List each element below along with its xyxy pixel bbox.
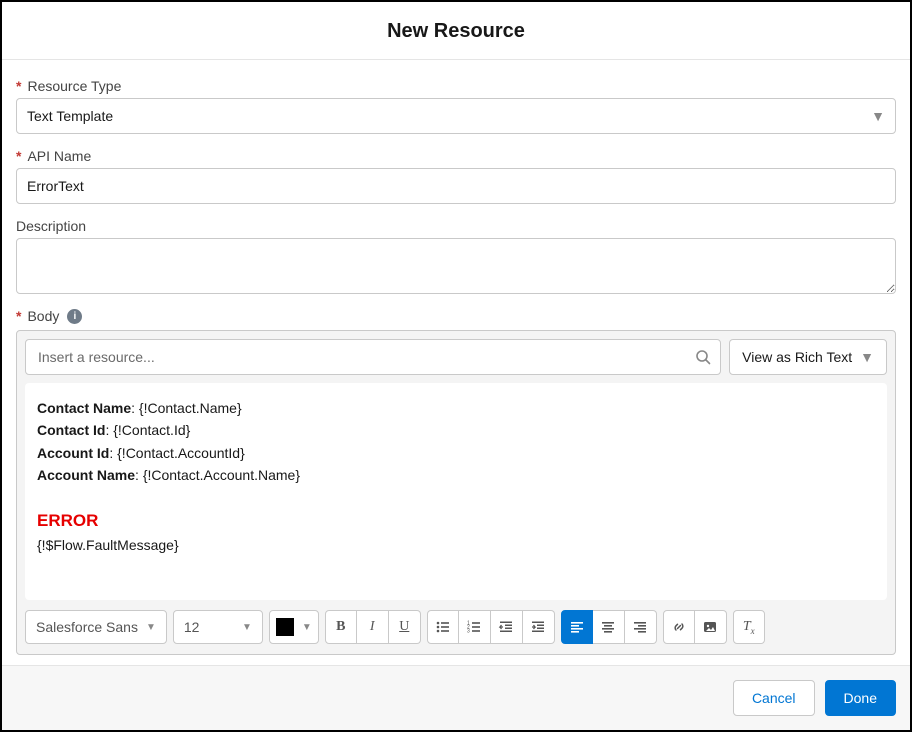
image-button[interactable] xyxy=(695,610,727,644)
align-center-button[interactable] xyxy=(593,610,625,644)
link-button[interactable] xyxy=(663,610,695,644)
insert-resource-input[interactable] xyxy=(25,339,721,375)
indent-icon xyxy=(530,619,546,635)
outdent-icon xyxy=(498,619,514,635)
description-textarea[interactable] xyxy=(16,238,896,294)
bold-icon: B xyxy=(336,619,345,635)
required-marker: * xyxy=(16,148,21,164)
italic-icon: I xyxy=(370,619,375,635)
resource-type-label: Resource Type xyxy=(27,78,121,94)
align-left-icon xyxy=(569,619,585,635)
chevron-down-icon: ▼ xyxy=(146,622,156,633)
body-top-bar: View as Rich Text ▼ xyxy=(17,331,895,383)
body-label: Body xyxy=(27,308,59,324)
list-indent-group: 123 xyxy=(427,610,555,644)
modal-header: New Resource xyxy=(2,2,910,60)
chevron-down-icon: ▼ xyxy=(871,108,885,124)
modal-title: New Resource xyxy=(2,20,910,43)
required-marker: * xyxy=(16,78,21,94)
modal-body: * Resource Type Text Template ▼ * API Na… xyxy=(2,60,910,665)
align-center-icon xyxy=(600,619,616,635)
api-name-input[interactable] xyxy=(16,168,896,204)
svg-text:3: 3 xyxy=(467,629,470,635)
editor-toolbar: Salesforce Sans ▼ 12 ▼ ▼ B I U xyxy=(17,600,895,654)
bold-button[interactable]: B xyxy=(325,610,357,644)
modal-footer: Cancel Done xyxy=(2,665,910,730)
bulleted-list-button[interactable] xyxy=(427,610,459,644)
chevron-down-icon: ▼ xyxy=(302,622,312,633)
rich-text-editor[interactable]: Contact Name: {!Contact.Name} Contact Id… xyxy=(25,383,887,600)
description-field: Description xyxy=(16,218,896,294)
text-color-picker[interactable]: ▼ xyxy=(269,610,319,644)
text-style-group: B I U xyxy=(325,610,421,644)
description-label: Description xyxy=(16,218,86,234)
image-icon xyxy=(702,619,718,635)
align-right-button[interactable] xyxy=(625,610,657,644)
numbered-list-button[interactable]: 123 xyxy=(459,610,491,644)
search-icon xyxy=(695,349,711,365)
new-resource-modal: New Resource * Resource Type Text Templa… xyxy=(0,0,912,732)
color-swatch xyxy=(276,618,294,636)
alignment-group xyxy=(561,610,657,644)
chevron-down-icon: ▼ xyxy=(242,622,252,633)
api-name-field: * API Name xyxy=(16,148,896,204)
align-left-button[interactable] xyxy=(561,610,593,644)
bulleted-list-icon xyxy=(435,619,451,635)
resource-search-wrap xyxy=(25,339,721,375)
body-editor-container: View as Rich Text ▼ Contact Name: {!Cont… xyxy=(16,330,896,655)
italic-button[interactable]: I xyxy=(357,610,389,644)
font-family-select[interactable]: Salesforce Sans ▼ xyxy=(25,610,167,644)
indent-button[interactable] xyxy=(523,610,555,644)
resource-type-select[interactable]: Text Template ▼ xyxy=(16,98,896,134)
link-icon xyxy=(671,619,687,635)
view-mode-select[interactable]: View as Rich Text ▼ xyxy=(729,339,887,375)
numbered-list-icon: 123 xyxy=(466,619,482,635)
font-size-select[interactable]: 12 ▼ xyxy=(173,610,263,644)
outdent-button[interactable] xyxy=(491,610,523,644)
underline-icon: U xyxy=(399,619,409,635)
resource-type-field: * Resource Type Text Template ▼ xyxy=(16,78,896,134)
api-name-label: API Name xyxy=(27,148,91,164)
error-heading: ERROR xyxy=(37,507,875,534)
body-field: * Body i View as Rich Text ▼ xyxy=(16,308,896,655)
align-right-icon xyxy=(632,619,648,635)
required-marker: * xyxy=(16,308,21,324)
error-expression: {!$Flow.FaultMessage} xyxy=(37,534,875,556)
done-button[interactable]: Done xyxy=(825,680,896,716)
clear-formatting-icon: Tx xyxy=(743,619,755,636)
clear-formatting-button[interactable]: Tx xyxy=(733,610,765,644)
insert-group xyxy=(663,610,727,644)
chevron-down-icon: ▼ xyxy=(860,349,874,365)
info-icon[interactable]: i xyxy=(67,309,82,324)
cancel-button[interactable]: Cancel xyxy=(733,680,815,716)
resource-type-value: Text Template xyxy=(27,108,113,124)
underline-button[interactable]: U xyxy=(389,610,421,644)
view-mode-value: View as Rich Text xyxy=(742,349,852,365)
